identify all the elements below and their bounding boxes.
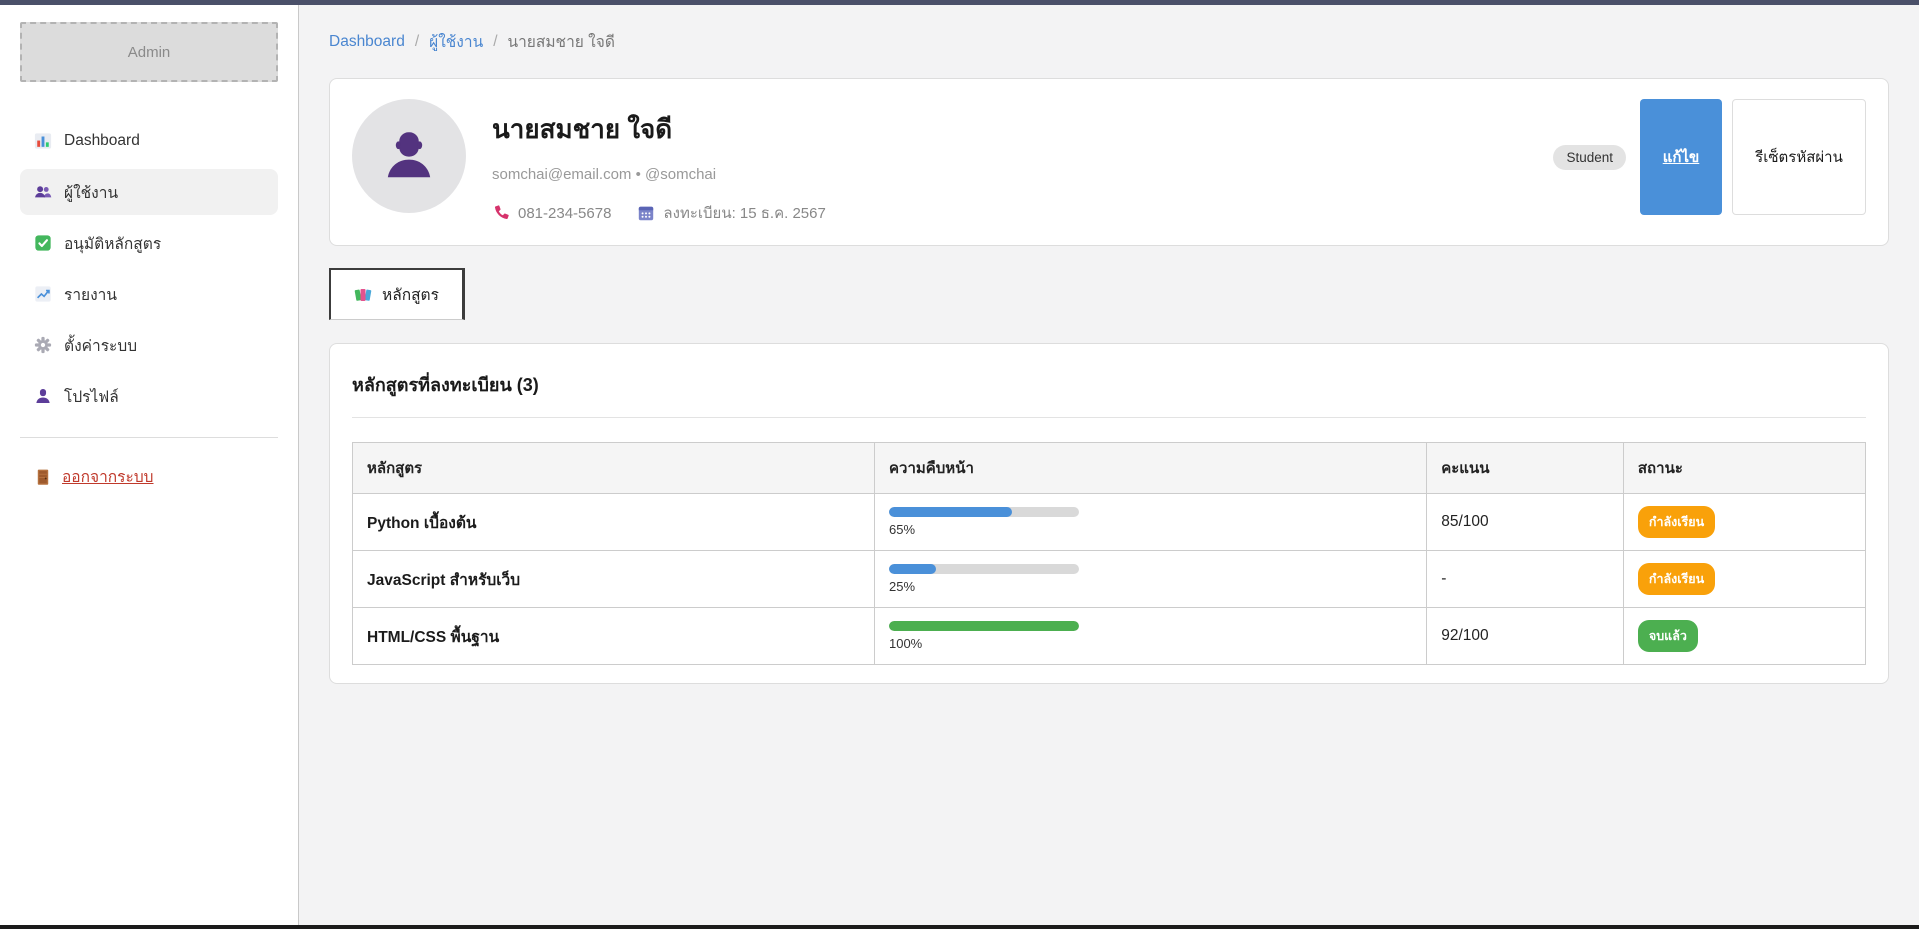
course-name: HTML/CSS พื้นฐาน [367,629,499,646]
status-cell: กำลังเรียน [1623,551,1865,608]
course-name-cell: Python เบื้องต้น [353,494,875,551]
sidebar-nav: Dashboard ผู้ใช้งานอนุมัติหลักสูตรรายงานต… [20,118,278,419]
books-icon [354,286,372,304]
sidebar-item-5[interactable]: โปรไฟล์ [20,373,278,419]
profile-registered: ลงทะเบียน: 15 ธ.ค. 2567 [637,201,825,225]
status-badge: จบแล้ว [1638,620,1698,652]
progress-bar-track [889,564,1079,574]
breadcrumb: Dashboard / ผู้ใช้งาน / นายสมชาย ใจดี [329,29,1889,54]
progress-label: 100% [889,636,1412,651]
tab-courses-label: หลักสูตร [382,282,439,307]
column-header: คะแนน [1427,443,1624,494]
tab-courses[interactable]: หลักสูตร [329,268,465,320]
progress-cell: 25% [874,551,1426,608]
progress-bar-track [889,507,1079,517]
progress-label: 25% [889,579,1412,594]
profile-email: somchai@email.com • @somchai [492,166,1527,183]
progress-label: 65% [889,522,1412,537]
breadcrumb-separator: / [415,33,419,51]
progress-bar-fill [889,507,1013,517]
progress-cell: 100% [874,608,1426,665]
calendar-icon [637,204,655,222]
sidebar-item-1[interactable]: ผู้ใช้งาน [20,169,278,215]
profile-meta: 081-234-5678 ลงทะเบียน: 15 ธ.ค. 2567 [492,201,1527,225]
phone-icon [492,204,510,222]
profile-actions: Student แก้ไข รีเซ็ตรหัสผ่าน [1553,99,1866,215]
course-name-cell: HTML/CSS พื้นฐาน [353,608,875,665]
sidebar-item-label: ตั้งค่าระบบ [64,333,137,358]
main-content: Dashboard / ผู้ใช้งาน / นายสมชาย ใจดี นายสมช… [299,5,1919,925]
progress-bar-track [889,621,1079,631]
column-header: หลักสูตร [353,443,875,494]
door-icon [34,468,52,486]
breadcrumb-item-2: นายสมชาย ใจดี [508,29,615,54]
sidebar-item-label: Dashboard [64,132,140,150]
sidebar-item-label: อนุมัติหลักสูตร [64,231,161,256]
profile-info: นายสมชาย ใจดี somchai@email.com • @somch… [492,99,1527,225]
sidebar-item-0[interactable]: Dashboard [20,118,278,164]
sidebar-item-label: รายงาน [64,282,117,307]
breadcrumb-item-0[interactable]: Dashboard [329,33,405,51]
app-logo: Admin [20,22,278,82]
role-badge: Student [1553,145,1626,170]
score-cell: 92/100 [1427,608,1624,665]
profile-phone-value: 081-234-5678 [518,205,611,222]
profile-registered-value: ลงทะเบียน: 15 ธ.ค. 2567 [663,201,825,225]
course-name: JavaScript สำหรับเว็บ [367,572,520,589]
table-row: Python เบื้องต้น 65% 85/100 กำลังเรียน [353,494,1866,551]
sidebar-item-label: ผู้ใช้งาน [64,180,118,205]
breadcrumb-item-1[interactable]: ผู้ใช้งาน [429,29,483,54]
avatar [352,99,466,213]
progress-bar-fill [889,621,1079,631]
sidebar-divider [20,437,278,438]
column-header: ความคืบหน้า [874,443,1426,494]
table-row: HTML/CSS พื้นฐาน 100% 92/100 จบแล้ว [353,608,1866,665]
status-badge: กำลังเรียน [1638,506,1715,538]
table-header-row: หลักสูตรความคืบหน้าคะแนนสถานะ [353,443,1866,494]
status-cell: กำลังเรียน [1623,494,1865,551]
bottom-accent-bar [0,925,1919,929]
person-icon [34,387,52,405]
courses-card: หลักสูตรที่ลงทะเบียน (3) หลักสูตรความคืบ… [329,343,1889,684]
tab-bar: หลักสูตร [329,268,1889,320]
table-row: JavaScript สำหรับเว็บ 25%-กำลังเรียน [353,551,1866,608]
sidebar-item-2[interactable]: อนุมัติหลักสูตร [20,220,278,266]
courses-title: หลักสูตรที่ลงทะเบียน (3) [352,370,1866,399]
breadcrumb-separator: / [493,33,497,51]
check-icon [34,234,52,252]
courses-title-divider [352,417,1866,418]
logout-label: ออกจากระบบ [62,464,154,489]
status-badge: กำลังเรียน [1638,563,1715,595]
profile-name: นายสมชาย ใจดี [492,109,1527,150]
progress-bar-fill [889,564,937,574]
users-icon [34,183,52,201]
score-cell: 85/100 [1427,494,1624,551]
column-header: สถานะ [1623,443,1865,494]
course-name-cell: JavaScript สำหรับเว็บ [353,551,875,608]
reset-password-button[interactable]: รีเซ็ตรหัสผ่าน [1732,99,1866,215]
course-name: Python เบื้องต้น [367,515,477,532]
profile-card: นายสมชาย ใจดี somchai@email.com • @somch… [329,78,1889,246]
sidebar-item-3[interactable]: รายงาน [20,271,278,317]
progress-cell: 65% [874,494,1426,551]
person-silhouette-icon [378,123,440,190]
app-logo-label: Admin [128,44,171,61]
chart-up-icon [34,285,52,303]
status-cell: จบแล้ว [1623,608,1865,665]
sidebar-item-label: โปรไฟล์ [64,384,119,409]
sidebar-item-4[interactable]: ตั้งค่าระบบ [20,322,278,368]
bar-chart-icon [34,132,52,150]
gear-icon [34,336,52,354]
score-cell: - [1427,551,1624,608]
profile-phone: 081-234-5678 [492,204,611,222]
edit-button[interactable]: แก้ไข [1640,99,1722,215]
logout-link[interactable]: ออกจากระบบ [34,464,154,489]
courses-table: หลักสูตรความคืบหน้าคะแนนสถานะ Python เบื… [352,442,1866,665]
sidebar: Admin Dashboard ผู้ใช้งานอนุมัติหลักสูตรร… [0,5,299,925]
